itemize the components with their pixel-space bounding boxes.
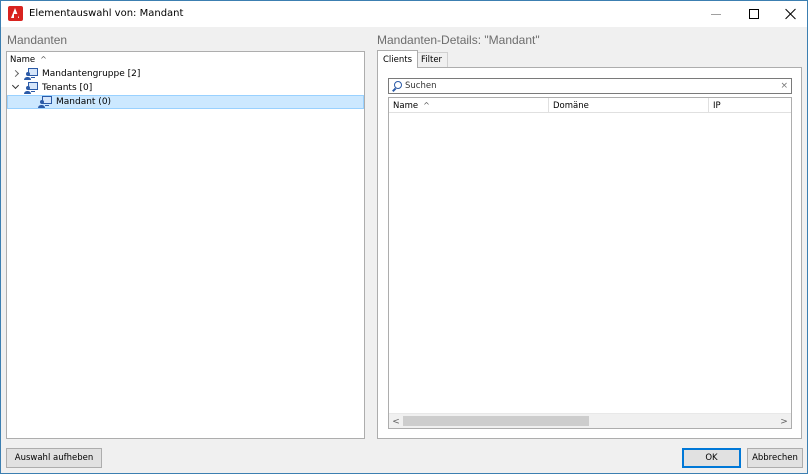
sort-ascending-icon: ^: [40, 55, 47, 64]
dialog-window: Elementauswahl von: Mandant Mandanten Na…: [0, 0, 808, 474]
scroll-right-icon[interactable]: >: [777, 414, 791, 429]
tree-item-tenants[interactable]: Tenants [0]: [7, 81, 364, 95]
tree-item-mandant[interactable]: Mandant (0): [7, 95, 364, 109]
clear-selection-button[interactable]: Auswahl aufheben: [6, 448, 102, 468]
column-header-name[interactable]: Name ^: [389, 98, 549, 113]
title-bar[interactable]: Elementauswahl von: Mandant: [1, 1, 807, 27]
app-logo-icon: [8, 6, 23, 21]
search-input[interactable]: [405, 81, 775, 91]
tree-item-label: Mandantengruppe [2]: [42, 69, 141, 79]
search-box[interactable]: ×: [388, 78, 792, 94]
clients-tab-panel: × Name ^ Domäne IP < >: [377, 67, 802, 439]
column-header-label: IP: [713, 100, 721, 111]
scroll-left-icon[interactable]: <: [389, 414, 403, 429]
window-title: Elementauswahl von: Mandant: [29, 8, 184, 19]
tab-filter[interactable]: Filter: [415, 52, 449, 67]
chevron-down-icon[interactable]: [11, 83, 21, 93]
tenant-group-icon: [24, 68, 38, 80]
close-icon: [784, 8, 796, 20]
horizontal-scrollbar[interactable]: < >: [389, 413, 791, 428]
search-icon: [392, 80, 403, 92]
sort-ascending-icon: ^: [423, 101, 430, 110]
tenant-group-icon: [24, 82, 38, 94]
column-header-domain[interactable]: Domäne: [549, 98, 709, 113]
tree-column-header-label: Name: [10, 55, 36, 65]
tree-item-mandantengruppe[interactable]: Mandantengruppe [2]: [7, 67, 364, 81]
column-header-label: Name: [393, 100, 419, 111]
column-header-label: Domäne: [553, 100, 589, 111]
tree-column-header-name[interactable]: Name ^: [10, 55, 47, 65]
ok-button[interactable]: OK: [682, 448, 741, 468]
tenant-details-header: Mandanten-Details: "Mandant": [377, 33, 540, 47]
clear-search-icon[interactable]: ×: [780, 81, 788, 91]
tenant-icon: [38, 96, 52, 108]
tree-item-label: Mandant (0): [56, 97, 112, 107]
grid-header: Name ^ Domäne IP: [389, 98, 791, 113]
maximize-icon: [749, 9, 759, 19]
tenant-tree[interactable]: Name ^ Mandantengruppe [2] Tenants [0] Ma…: [6, 51, 365, 439]
tenants-header: Mandanten: [7, 33, 68, 47]
cancel-button[interactable]: Abbrechen: [747, 448, 803, 468]
clients-grid[interactable]: Name ^ Domäne IP < >: [388, 97, 792, 429]
tab-clients[interactable]: Clients: [377, 50, 419, 68]
chevron-right-icon[interactable]: [11, 69, 21, 79]
scrollbar-thumb[interactable]: [403, 416, 589, 426]
tree-item-label: Tenants [0]: [42, 83, 93, 93]
column-header-ip[interactable]: IP: [709, 98, 791, 113]
close-button[interactable]: [767, 1, 808, 27]
minimize-icon: [711, 13, 721, 15]
